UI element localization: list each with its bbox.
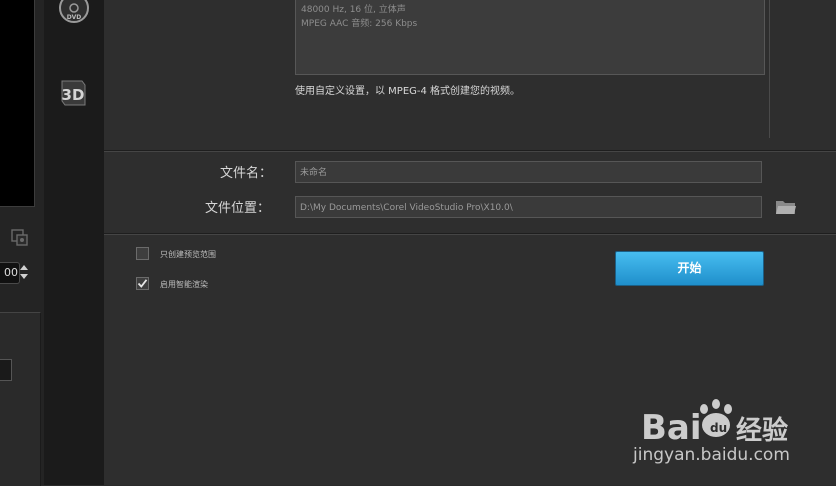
section-divider (104, 150, 836, 152)
timecode-stepper[interactable] (18, 262, 30, 282)
smart-render-label: 启用智能渲染 (160, 280, 208, 289)
baidu-jingyan-watermark: Bai du 经验 (641, 395, 801, 448)
output-info-box: 48000 Hz, 16 位, 立体声 MPEG AAC 音频: 256 Kbp… (295, 0, 765, 75)
file-name-input[interactable]: 未命名 (295, 161, 762, 183)
scrollbar-track[interactable] (769, 0, 770, 138)
preview-range-checkbox[interactable] (136, 247, 149, 260)
video-preview (0, 0, 35, 207)
svg-text:经验: 经验 (736, 415, 788, 443)
options-panel (0, 312, 41, 486)
smart-render-checkbox[interactable] (136, 277, 149, 290)
options-field[interactable] (0, 359, 12, 381)
custom-settings-hint: 使用自定义设置，以 MPEG-4 格式创建您的视频。 (295, 86, 521, 97)
audio-format-line: 48000 Hz, 16 位, 立体声 (301, 5, 406, 15)
svg-text:DVD: DVD (67, 14, 82, 21)
format-icon-rail (44, 0, 104, 485)
file-name-label: 文件名： (220, 166, 273, 181)
three-d-icon[interactable]: 3D (58, 78, 88, 108)
file-location-label: 文件位置： (205, 201, 271, 216)
file-location-input[interactable]: D:\My Documents\Corel VideoStudio Pro\X1… (295, 196, 762, 218)
check-mark-icon (137, 279, 148, 288)
svg-text:3D: 3D (62, 86, 85, 104)
timecode-display[interactable]: 00 (0, 262, 20, 284)
start-button[interactable]: 开始 (615, 251, 764, 286)
svg-text:du: du (710, 421, 727, 435)
section-divider (104, 233, 836, 235)
preview-range-label: 只创建预览范围 (160, 250, 216, 259)
dvd-disc-icon[interactable]: DVD (58, 0, 90, 24)
watermark-url: jingyan.baidu.com (633, 445, 790, 465)
audio-codec-line: MPEG AAC 音频: 256 Kbps (301, 19, 418, 29)
browse-folder-icon[interactable] (775, 198, 797, 216)
svg-text:Bai: Bai (641, 408, 702, 443)
snapshot-icon[interactable] (11, 229, 29, 247)
